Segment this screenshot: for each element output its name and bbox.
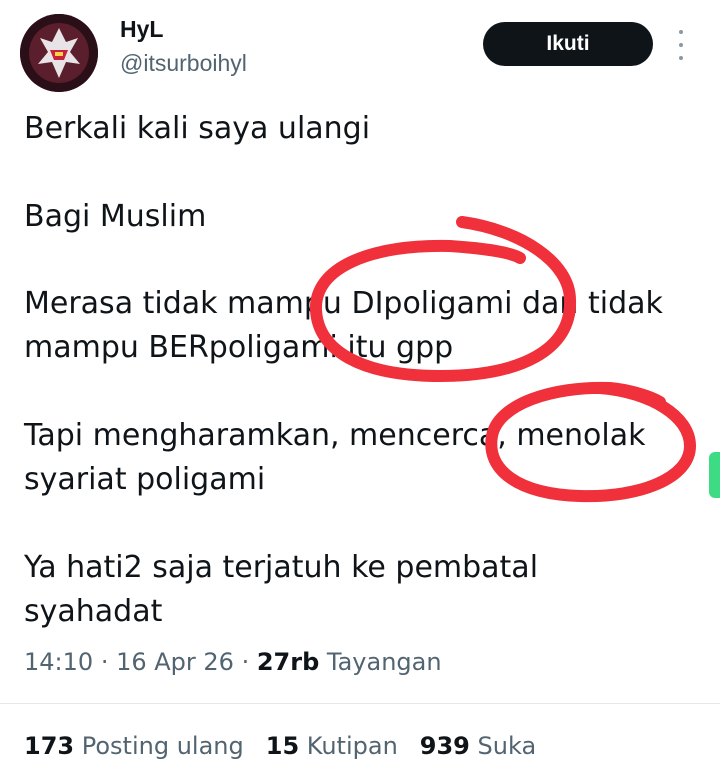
tweet-text-line: mampu BERpoligami itu gpp xyxy=(24,330,454,365)
tweet-text-line: Merasa tidak mampu DIpoligami dan tidak xyxy=(24,286,663,321)
likes-stat[interactable]: 939 Suka xyxy=(420,732,536,760)
quotes-label: Kutipan xyxy=(306,732,398,760)
scroll-handle[interactable] xyxy=(709,452,720,498)
separator-dot: · xyxy=(241,648,257,676)
tweet-meta: 14:10 · 16 Apr 26 · 27rb Tayangan xyxy=(24,648,442,676)
views-count: 27rb xyxy=(256,648,320,676)
reposts-stat[interactable]: 173 Posting ulang xyxy=(24,732,244,760)
likes-label: Suka xyxy=(477,732,537,760)
avatar[interactable] xyxy=(20,14,98,92)
tweet-text-line: syariat poligami xyxy=(24,462,266,497)
separator-dot: · xyxy=(100,648,117,676)
divider xyxy=(0,703,720,704)
engagement-stats: 173 Posting ulang 15 Kutipan 939 Suka xyxy=(24,732,536,760)
tweet-text-line: Ya hati2 saja terjatuh ke pembatal xyxy=(24,550,539,585)
more-vertical-icon[interactable] xyxy=(670,30,692,60)
tweet-date[interactable]: 16 Apr 26 xyxy=(116,648,234,676)
display-name[interactable]: HyL xyxy=(120,16,163,43)
tweet-time[interactable]: 14:10 xyxy=(24,648,93,676)
tweet-text-line: Tapi mengharamkan, mencerca, menolak xyxy=(24,418,646,453)
tweet-text-line: Bagi Muslim xyxy=(24,199,207,234)
follow-button[interactable]: Ikuti xyxy=(483,22,653,66)
likes-count: 939 xyxy=(419,732,470,760)
reposts-count: 173 xyxy=(24,732,75,760)
tweet-text-line: Berkali kali saya ulangi xyxy=(24,111,371,146)
reposts-label: Posting ulang xyxy=(81,732,244,760)
quotes-stat[interactable]: 15 Kutipan xyxy=(266,732,398,760)
tweet-text-line: syahadat xyxy=(24,594,163,629)
views-label: Tayangan xyxy=(326,648,442,676)
user-handle[interactable]: @itsurboihyl xyxy=(120,50,247,77)
quotes-count: 15 xyxy=(265,732,300,760)
